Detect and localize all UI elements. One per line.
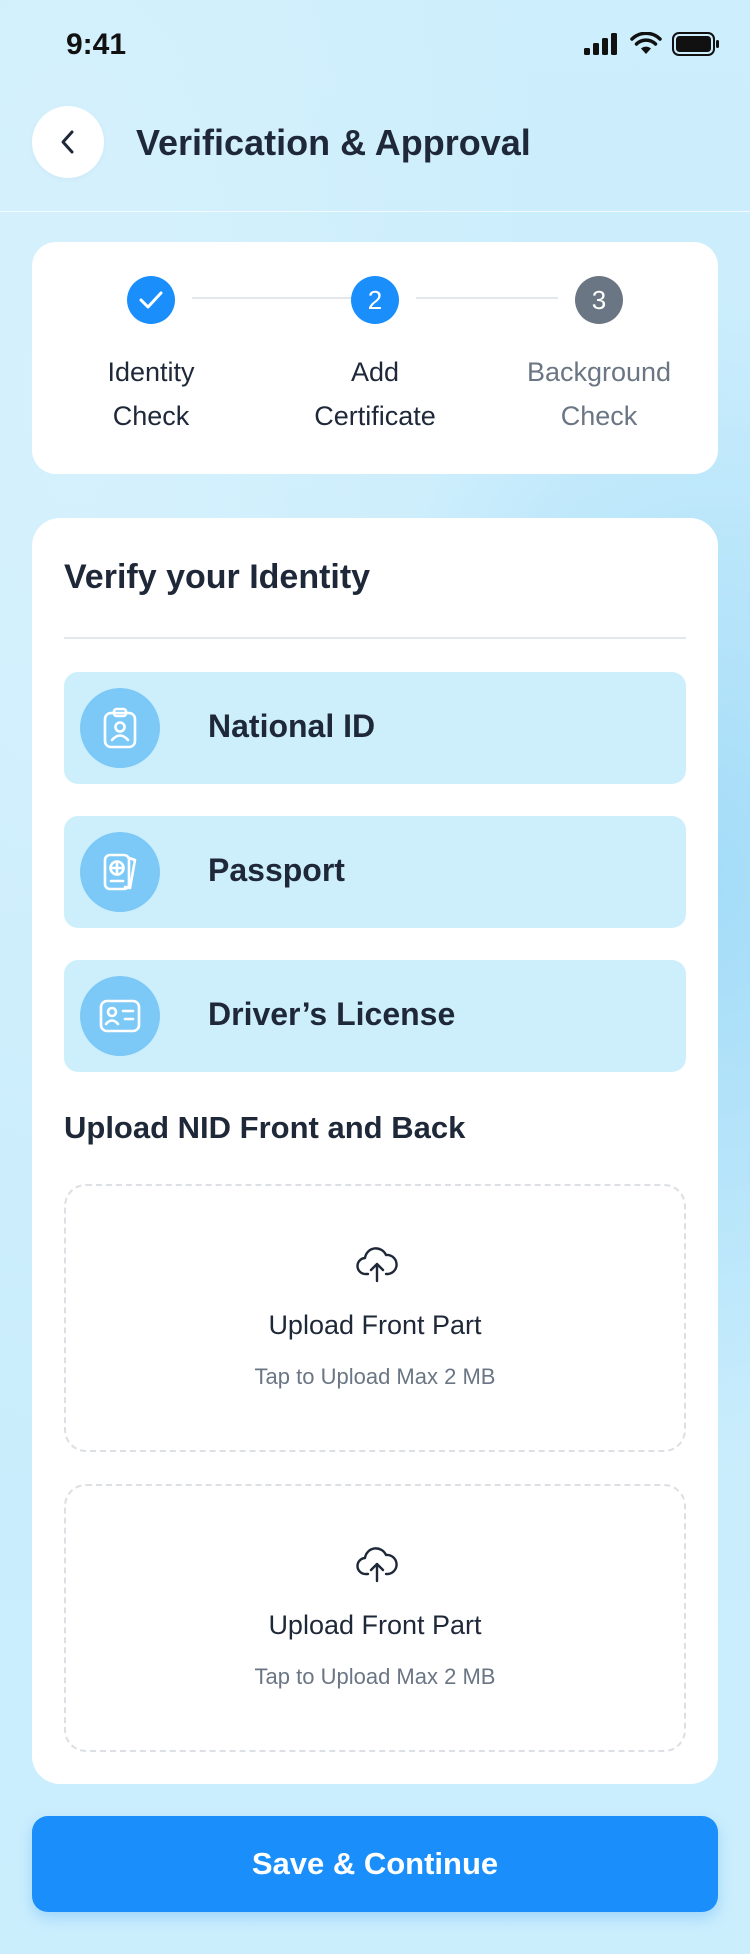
- step-complete-indicator: [127, 276, 175, 324]
- upload-label: Upload Front Part: [268, 1610, 482, 1640]
- stepper-card: Identity Check 2 Add Certificate 3 Backg…: [32, 242, 718, 474]
- option-national-id[interactable]: National ID: [64, 672, 686, 784]
- step-label: Identity Check: [107, 357, 195, 431]
- save-continue-button[interactable]: Save & Continue: [32, 1816, 718, 1912]
- id-badge-icon: [80, 688, 160, 768]
- option-label: Driver’s License: [208, 996, 456, 1032]
- chevron-left-icon: [61, 130, 74, 154]
- upload-front-dropzone[interactable]: Upload Front Part Tap to Upload Max 2 MB: [64, 1184, 686, 1452]
- passport-icon: [80, 832, 160, 912]
- option-passport[interactable]: Passport: [64, 816, 686, 928]
- option-drivers-license[interactable]: Driver’s License: [64, 960, 686, 1072]
- battery-icon: [672, 32, 719, 56]
- page-title: Verification & Approval: [136, 122, 531, 163]
- identity-card: Verify your Identity National ID Passpor…: [32, 518, 718, 1784]
- wifi-icon: [630, 32, 662, 54]
- step-number-indicator: 2: [351, 276, 399, 324]
- back-button[interactable]: [32, 106, 104, 178]
- upload-hint: Tap to Upload Max 2 MB: [254, 1364, 496, 1389]
- step-label: Add Certificate: [314, 357, 436, 431]
- step-background-check[interactable]: 3 Background Check: [499, 276, 699, 438]
- step-identity-check[interactable]: Identity Check: [51, 276, 251, 438]
- upload-back-dropzone[interactable]: Upload Front Part Tap to Upload Max 2 MB: [64, 1484, 686, 1752]
- divider: [64, 637, 686, 639]
- signal-icon: [584, 33, 617, 55]
- status-bar: 9:41: [0, 0, 750, 90]
- cloud-upload-icon: [356, 1247, 398, 1283]
- step-label: Background Check: [526, 357, 672, 431]
- section-title: Verify your Identity: [64, 558, 371, 596]
- step-number-indicator: 3: [575, 276, 623, 324]
- upload-label: Upload Front Part: [268, 1310, 482, 1340]
- upload-section-title: Upload NID Front and Back: [64, 1110, 466, 1145]
- option-label: National ID: [208, 708, 376, 744]
- checkmark-icon: [139, 291, 163, 309]
- status-time: 9:41: [66, 28, 127, 61]
- upload-hint: Tap to Upload Max 2 MB: [254, 1664, 496, 1689]
- license-card-icon: [80, 976, 160, 1056]
- status-icons: [584, 32, 720, 56]
- header: Verification & Approval: [0, 90, 750, 212]
- cloud-upload-icon: [356, 1547, 398, 1583]
- step-add-certificate[interactable]: 2 Add Certificate: [275, 276, 475, 438]
- option-label: Passport: [208, 852, 345, 888]
